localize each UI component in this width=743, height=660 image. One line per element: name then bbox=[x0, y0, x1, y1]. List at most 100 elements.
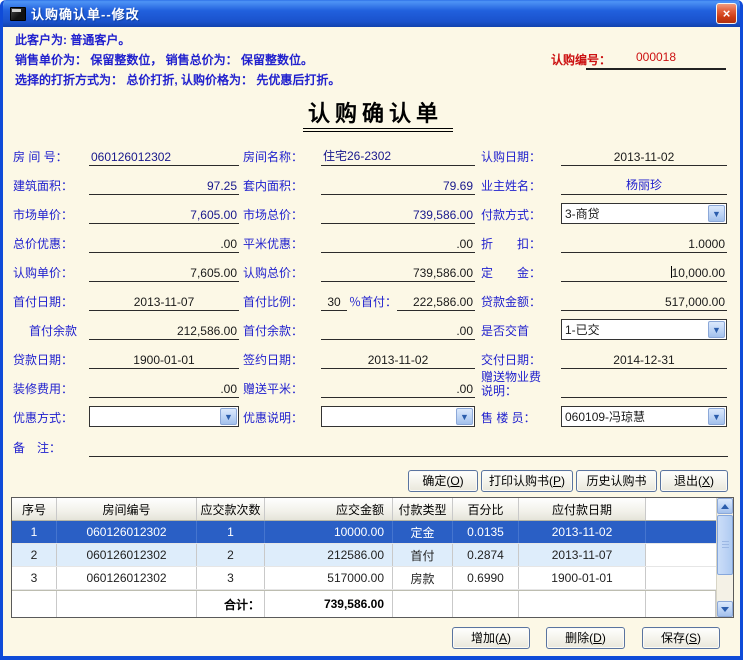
chevron-down-icon[interactable]: ▼ bbox=[708, 408, 725, 425]
field-first-pay-balance2: 首付余款： .00 bbox=[243, 314, 475, 343]
confirm-date-input[interactable]: 2013-11-02 bbox=[561, 150, 727, 166]
delete-button[interactable]: 删除(D) bbox=[546, 627, 625, 649]
sign-date-input[interactable]: 2013-11-02 bbox=[321, 353, 475, 369]
room-no-input[interactable]: 060126012302 bbox=[89, 150, 239, 166]
market-unit-price-input[interactable]: 7,605.00 bbox=[89, 208, 239, 224]
table-cell: 房款 bbox=[393, 567, 453, 589]
field-discount-note: 优惠说明： ▼ bbox=[243, 401, 475, 430]
first-pay-ratio-label: 首付比例： bbox=[243, 293, 321, 311]
total-discount-input[interactable]: .00 bbox=[89, 237, 239, 253]
print-confirmation-button[interactable]: 打印认购书(P) bbox=[481, 470, 573, 492]
table-cell: 2 bbox=[197, 544, 265, 566]
remark-input[interactable] bbox=[89, 441, 728, 457]
payment-method-select[interactable]: 3-商贷 ▼ bbox=[561, 203, 727, 224]
table-cell: 0.6990 bbox=[453, 567, 519, 589]
combo-value: 1-已交 bbox=[562, 321, 707, 338]
owner-name-input[interactable]: 杨丽珍 bbox=[561, 176, 727, 195]
salesperson-select[interactable]: 060109-冯琼慧 ▼ bbox=[561, 406, 727, 427]
discount-method-select[interactable]: ▼ bbox=[89, 406, 239, 427]
build-area-input[interactable]: 97.25 bbox=[89, 179, 239, 195]
exit-button[interactable]: 退出(X) bbox=[660, 470, 728, 492]
table-cell: 1 bbox=[12, 521, 57, 543]
table-cell: 3 bbox=[12, 567, 57, 589]
loan-amount-label: 贷款金额： bbox=[481, 293, 561, 311]
is-first-paid-select[interactable]: 1-已交 ▼ bbox=[561, 319, 727, 340]
delivery-date-input[interactable]: 2014-12-31 bbox=[561, 353, 727, 369]
table-header-cell: 百分比 bbox=[453, 498, 519, 520]
sqm-discount-input[interactable]: .00 bbox=[321, 237, 475, 253]
market-total-price-input[interactable]: 739,586.00 bbox=[321, 208, 475, 224]
titlebar[interactable]: 认购确认单--修改 × bbox=[0, 0, 743, 27]
close-button[interactable]: × bbox=[716, 3, 737, 24]
chevron-down-icon[interactable]: ▼ bbox=[456, 408, 473, 425]
table-row[interactable]: 1060126012302110000.00定金0.01352013-11-02 bbox=[12, 521, 716, 544]
confirm-total-price-input[interactable]: 739,586.00 bbox=[321, 266, 475, 282]
is-first-paid-label: 是否交首 bbox=[481, 322, 561, 340]
deposit-input[interactable]: 10,000.00 bbox=[561, 266, 727, 282]
first-pay-balance2-input[interactable]: .00 bbox=[321, 324, 475, 340]
table-header-cell: 序号 bbox=[12, 498, 57, 520]
table-scrollbar[interactable] bbox=[716, 498, 733, 617]
order-no-underline bbox=[586, 68, 726, 70]
field-total-discount: 总价优惠： .00 bbox=[13, 227, 239, 256]
scroll-down-button[interactable] bbox=[717, 601, 733, 617]
loan-date-label: 贷款日期： bbox=[13, 351, 89, 369]
chevron-up-icon bbox=[721, 504, 729, 509]
decoration-fee-input[interactable]: .00 bbox=[89, 382, 239, 398]
first-pay-date-input[interactable]: 2013-11-07 bbox=[89, 295, 239, 311]
add-button[interactable]: 增加(A) bbox=[452, 627, 530, 649]
gift-sqm-label: 赠送平米： bbox=[243, 380, 321, 398]
confirm-unit-price-input[interactable]: 7,605.00 bbox=[89, 266, 239, 282]
field-deposit: 定 金： 10,000.00 bbox=[481, 256, 727, 285]
field-confirm-unit-price: 认购单价： 7,605.00 bbox=[13, 256, 239, 285]
table-cell-empty bbox=[646, 567, 716, 589]
first-pay-amount-input[interactable]: 222,586.00 bbox=[397, 295, 475, 311]
dialog-window: 认购确认单--修改 × 此客户为: 普通客户。 销售单价为： 保留整数位， 销售… bbox=[0, 0, 743, 660]
chevron-down-icon[interactable]: ▼ bbox=[708, 205, 725, 222]
room-name-input[interactable]: 住宅26-2302 bbox=[321, 147, 475, 166]
table-cell-empty bbox=[646, 521, 716, 543]
table-row[interactable]: 30601260123023517000.00房款0.69901900-01-0… bbox=[12, 567, 716, 590]
market-total-price-label: 市场总价： bbox=[243, 206, 321, 224]
first-pay-ratio-input[interactable]: 30 bbox=[321, 295, 347, 311]
table-header-row: 序号房间编号应交款次数应交金额付款类型百分比应付款日期 bbox=[12, 498, 716, 521]
table-row[interactable]: 20601260123022212586.00首付0.28742013-11-0… bbox=[12, 544, 716, 567]
table-cell: 0.2874 bbox=[453, 544, 519, 566]
save-button[interactable]: 保存(S) bbox=[642, 627, 720, 649]
scrollbar-track[interactable] bbox=[717, 576, 733, 601]
app-icon bbox=[10, 7, 26, 21]
chevron-down-icon[interactable]: ▼ bbox=[708, 321, 725, 338]
gift-property-note-input[interactable] bbox=[561, 382, 727, 398]
field-is-first-paid: 是否交首 1-已交 ▼ bbox=[481, 314, 727, 343]
loan-date-input[interactable]: 1900-01-01 bbox=[89, 353, 239, 369]
table-header-cell: 应交款次数 bbox=[197, 498, 265, 520]
confirm-button[interactable]: 确定(O) bbox=[408, 470, 478, 492]
table-header-cell: 应交金额 bbox=[265, 498, 393, 520]
chevron-down-icon[interactable]: ▼ bbox=[220, 408, 237, 425]
deposit-value: 10,000.00 bbox=[672, 266, 725, 280]
field-first-pay-balance: 首付余款 212,586.00 bbox=[13, 314, 239, 343]
inner-area-input[interactable]: 79.69 bbox=[321, 179, 475, 195]
field-first-pay-date: 首付日期： 2013-11-07 bbox=[13, 285, 239, 314]
table-header-cell: 房间编号 bbox=[57, 498, 197, 520]
discount-note-select[interactable]: ▼ bbox=[321, 406, 475, 427]
loan-amount-input[interactable]: 517,000.00 bbox=[561, 295, 727, 311]
confirm-total-price-label: 认购总价： bbox=[243, 264, 321, 282]
discount-input[interactable]: 1.0000 bbox=[561, 237, 727, 253]
scrollbar-thumb[interactable] bbox=[717, 515, 733, 575]
table-cell-empty bbox=[646, 544, 716, 566]
form-column-1: 房 间 号： 060126012302 建筑面积： 97.25 市场单价： 7,… bbox=[13, 140, 239, 430]
table-total-row: 合计： 739,586.00 bbox=[12, 590, 716, 617]
field-payment-method: 付款方式： 3-商贷 ▼ bbox=[481, 198, 727, 227]
table-header-cell: 付款类型 bbox=[393, 498, 453, 520]
table-cell: 0.0135 bbox=[453, 521, 519, 543]
first-pay-balance-input[interactable]: 212,586.00 bbox=[89, 324, 239, 340]
history-button[interactable]: 历史认购书 bbox=[576, 470, 657, 492]
gift-sqm-input[interactable]: .00 bbox=[321, 382, 475, 398]
scroll-up-button[interactable] bbox=[717, 498, 733, 514]
field-remark: 备 注： bbox=[13, 431, 728, 460]
confirm-unit-price-label: 认购单价： bbox=[13, 264, 89, 282]
table-cell: 2013-11-02 bbox=[519, 521, 646, 543]
field-inner-area: 套内面积： 79.69 bbox=[243, 169, 475, 198]
order-no-value: 000018 bbox=[586, 50, 726, 64]
